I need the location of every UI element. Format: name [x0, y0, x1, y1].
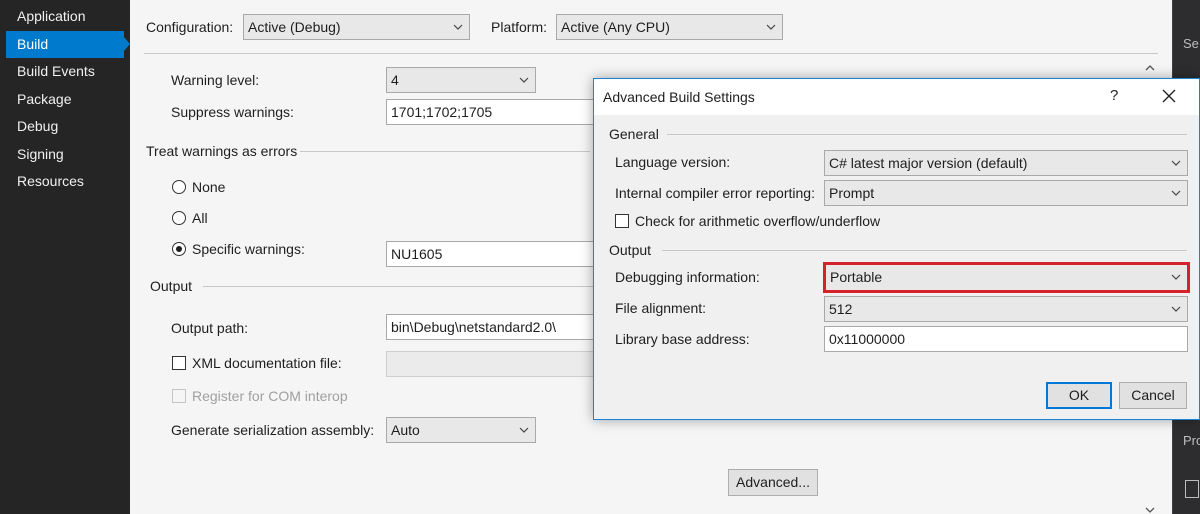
- serialization-dropdown[interactable]: Auto: [386, 417, 536, 443]
- all-radio[interactable]: [172, 211, 186, 225]
- panel-icon[interactable]: [1185, 480, 1199, 498]
- header-divider: [144, 53, 1158, 54]
- platform-value: Active (Any CPU): [561, 19, 670, 35]
- arithmetic-overflow-label: Check for arithmetic overflow/underflow: [635, 213, 881, 229]
- project-properties-sidebar: Application Build Build Events Package D…: [0, 0, 130, 514]
- chevron-down-icon: [519, 68, 529, 83]
- chevron-down-icon: [1171, 297, 1181, 312]
- output-section-label: Output: [150, 278, 193, 294]
- specific-warnings-label: Specific warnings:: [192, 241, 305, 257]
- specific-warnings-radio[interactable]: [172, 242, 186, 256]
- help-icon[interactable]: ?: [1110, 87, 1118, 104]
- language-version-label: Language version:: [615, 154, 731, 170]
- chevron-down-icon: [766, 15, 776, 30]
- file-alignment-dropdown[interactable]: 512: [824, 296, 1188, 322]
- suppress-warnings-label: Suppress warnings:: [171, 104, 294, 120]
- panel-tab-text: Se: [1183, 36, 1199, 51]
- advanced-build-settings-dialog: Advanced Build Settings ? General Langua…: [593, 78, 1200, 420]
- sidebar-item-build-events[interactable]: Build Events: [6, 58, 124, 85]
- cancel-button[interactable]: Cancel: [1119, 382, 1187, 409]
- scroll-down-icon[interactable]: [1145, 502, 1155, 514]
- scroll-up-icon[interactable]: [1145, 60, 1155, 74]
- none-radio[interactable]: [172, 180, 186, 194]
- com-interop-checkbox: [172, 389, 186, 403]
- sidebar-item-resources[interactable]: Resources: [6, 168, 124, 195]
- serialization-value: Auto: [391, 422, 420, 438]
- xml-documentation-checkbox[interactable]: [172, 356, 186, 370]
- dialog-title-bar: Advanced Build Settings ?: [594, 79, 1199, 115]
- chevron-down-icon: [1171, 265, 1181, 280]
- sidebar-item-package[interactable]: Package: [6, 86, 124, 113]
- output-path-label: Output path:: [171, 320, 249, 336]
- file-alignment-value: 512: [829, 301, 853, 317]
- sidebar-item-signing[interactable]: Signing: [6, 141, 124, 168]
- treat-warnings-section-label: Treat warnings as errors: [146, 143, 298, 159]
- sidebar-item-debug[interactable]: Debug: [6, 113, 124, 140]
- ok-button[interactable]: OK: [1046, 382, 1112, 409]
- section-divider: [662, 250, 1187, 251]
- sidebar-item-application[interactable]: Application: [6, 3, 124, 30]
- com-interop-label: Register for COM interop: [192, 388, 348, 404]
- arithmetic-overflow-checkbox[interactable]: [615, 214, 629, 228]
- configuration-dropdown[interactable]: Active (Debug): [243, 14, 470, 40]
- general-section-label: General: [609, 126, 659, 142]
- chevron-down-icon: [1171, 181, 1181, 196]
- none-radio-label: None: [192, 179, 226, 195]
- library-base-address-input[interactable]: 0x11000000: [824, 326, 1188, 352]
- section-divider: [203, 286, 593, 287]
- dialog-title: Advanced Build Settings: [603, 89, 755, 105]
- configuration-value: Active (Debug): [248, 19, 341, 35]
- compiler-error-reporting-value: Prompt: [829, 185, 875, 201]
- serialization-label: Generate serialization assembly:: [171, 422, 375, 438]
- section-divider: [667, 134, 1187, 135]
- compiler-error-reporting-label: Internal compiler error reporting:: [615, 185, 815, 201]
- advanced-button[interactable]: Advanced...: [728, 469, 818, 496]
- panel-tab-text: Pro: [1183, 433, 1200, 448]
- close-icon[interactable]: [1158, 85, 1180, 107]
- chevron-down-icon: [453, 15, 463, 30]
- debugging-information-dropdown[interactable]: Portable: [823, 262, 1190, 293]
- debugging-information-label: Debugging information:: [615, 269, 760, 285]
- file-alignment-label: File alignment:: [615, 300, 707, 316]
- warning-level-label: Warning level:: [171, 72, 260, 88]
- platform-dropdown[interactable]: Active (Any CPU): [556, 14, 783, 40]
- all-radio-label: All: [192, 210, 208, 226]
- xml-documentation-label: XML documentation file:: [192, 355, 342, 371]
- sidebar-item-build[interactable]: Build: [6, 31, 130, 58]
- language-version-dropdown[interactable]: C# latest major version (default): [824, 150, 1188, 176]
- platform-label: Platform:: [491, 19, 548, 35]
- warning-level-dropdown[interactable]: 4: [386, 67, 536, 93]
- warning-level-value: 4: [391, 72, 399, 88]
- library-base-address-label: Library base address:: [615, 331, 750, 347]
- language-version-value: C# latest major version (default): [829, 155, 1028, 171]
- compiler-error-reporting-dropdown[interactable]: Prompt: [824, 180, 1188, 206]
- chevron-down-icon: [519, 418, 529, 433]
- debugging-information-value: Portable: [830, 269, 883, 285]
- chevron-down-icon: [1171, 151, 1181, 166]
- section-divider: [300, 151, 590, 152]
- configuration-label: Configuration:: [146, 19, 234, 35]
- output-section-label: Output: [609, 242, 652, 258]
